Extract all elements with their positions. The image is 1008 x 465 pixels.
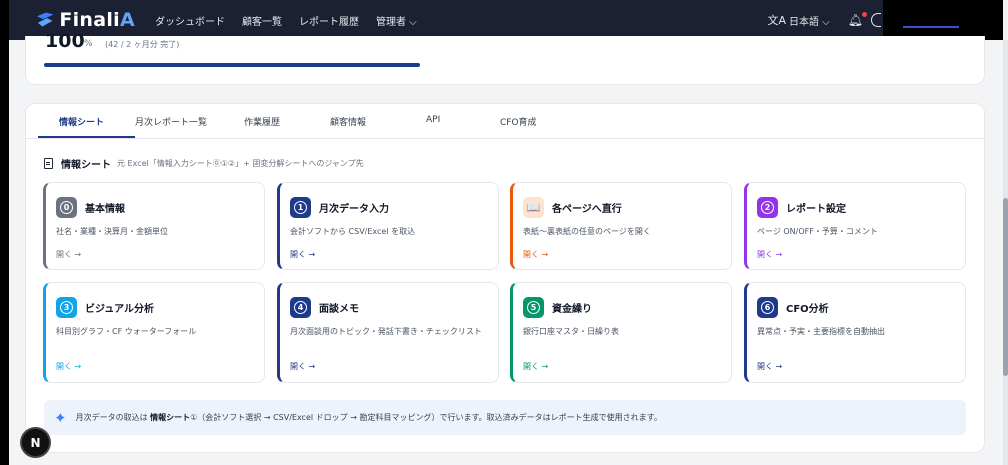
tile-header: 6 CFO分析	[757, 297, 829, 318]
step-number-badge: 3	[56, 297, 77, 318]
step-number-badge: 5	[523, 297, 544, 318]
tile-description: 社名・業種・決算月・金額単位	[56, 227, 168, 236]
tile-cash-flow[interactable]: 5 資金繰り銀行口座マスタ・日繰り表 開く →	[510, 282, 732, 383]
tile-basic-info[interactable]: 0 基本情報社名・業種・決算月・金額単位 開く →	[43, 182, 265, 270]
nav-admin-menu[interactable]: 管理者 ⌵	[376, 13, 417, 28]
tile-title: 月次データ入力	[319, 204, 389, 215]
progress-percent: 100	[45, 30, 85, 52]
nav-dashboard[interactable]: ダッシュボード	[155, 13, 225, 28]
progress-card: 100 % (42 / 2 ヶ月分 完了)	[25, 30, 985, 85]
tile-header: 3 ビジュアル分析	[56, 297, 154, 318]
tab-api[interactable]: API	[426, 115, 440, 125]
nav-right: 文A 日本語 ⌵ 🔔︎	[767, 0, 1003, 40]
step-number-badge: 4	[290, 297, 311, 318]
tile-open-link[interactable]: 開く →	[523, 361, 548, 372]
top-navbar: FinaliA ダッシュボード 顧客一覧 レポート履歴 管理者 ⌵ 文A 日本語…	[9, 0, 1003, 40]
logo-text: FinaliA	[59, 9, 135, 31]
step-number-badge: 2	[757, 197, 778, 218]
tile-title: レポート設定	[786, 204, 846, 215]
language-label: 日本語 ⌵	[789, 16, 830, 28]
tile-header: 1 月次データ入力	[290, 197, 389, 218]
section-title: 情報シート	[61, 160, 111, 171]
badge-number: 5	[527, 301, 540, 314]
tab-customer-info[interactable]: 顧客情報	[330, 115, 366, 128]
finalia-logo[interactable]: FinaliA	[35, 9, 135, 31]
tile-header: 5 資金繰り	[523, 297, 592, 318]
tile-title: CFO分析	[786, 304, 829, 315]
sparkle-icon: ✦	[54, 408, 67, 427]
book-icon: 📖	[523, 197, 544, 218]
notification-dot	[862, 12, 867, 17]
tile-monthly-data-input[interactable]: 1 月次データ入力会計ソフトから CSV/Excel を取込 開く →	[277, 182, 499, 270]
tile-description: 月次面談用のトピック・発話下書き・チェックリスト	[290, 327, 482, 336]
main-panel: 情報シート 月次レポート一覧 作業履歴 顧客情報 API CFO育成 情報シート…	[25, 103, 985, 453]
badge-number: 2	[761, 201, 774, 214]
tab-info-sheet[interactable]: 情報シート	[59, 115, 104, 128]
info-banner: ✦ 月次データの取込は 情報シート①（会計ソフト選択 → CSV/Excel ド…	[44, 400, 966, 435]
nav-customer-list[interactable]: 顧客一覧	[242, 13, 282, 28]
badge-number: 1	[294, 201, 307, 214]
step-number-badge: 1	[290, 197, 311, 218]
tile-open-link[interactable]: 開く →	[56, 249, 81, 260]
language-selector[interactable]: 文A 日本語 ⌵	[767, 12, 829, 28]
tile-open-link[interactable]: 開く →	[290, 249, 315, 260]
tile-open-link[interactable]: 開く →	[290, 361, 315, 372]
tile-cfo-analysis[interactable]: 6 CFO分析異常点・予実・主要指標を自動抽出 開く →	[744, 282, 966, 383]
tab-bar: 情報シート 月次レポート一覧 作業履歴 顧客情報 API CFO育成	[26, 104, 984, 139]
tile-header: 📖 各ページへ直行	[523, 197, 622, 218]
tile-open-link[interactable]: 開く →	[523, 249, 548, 260]
progress-unit: %	[84, 39, 93, 49]
floating-n-button[interactable]: N	[22, 429, 49, 456]
nav-report-history[interactable]: レポート履歴	[299, 13, 359, 28]
progress-bar	[44, 63, 420, 67]
tile-interview-memo[interactable]: 4 面談メモ月次面談用のトピック・発話下書き・チェックリスト 開く →	[277, 282, 499, 383]
tab-monthly-reports[interactable]: 月次レポート一覧	[135, 115, 207, 128]
tile-title: 資金繰り	[552, 304, 592, 315]
tab-cfo-training[interactable]: CFO育成	[500, 115, 537, 128]
step-number-badge: 0	[56, 197, 77, 218]
tile-open-link[interactable]: 開く →	[56, 361, 81, 372]
tile-description: 科目別グラフ・CF ウォーターフォール	[56, 327, 197, 336]
tile-title: 各ページへ直行	[552, 204, 622, 215]
active-tab-indicator	[38, 136, 135, 138]
left-window-edge	[0, 0, 9, 465]
info-text: 月次データの取込は 情報シート①（会計ソフト選択 → CSV/Excel ドロッ…	[75, 413, 662, 422]
logo-mark-icon	[36, 12, 54, 27]
tile-title: 面談メモ	[319, 304, 359, 315]
page-scrollbar[interactable]	[1003, 40, 1008, 465]
progress-bar-fill	[44, 63, 420, 67]
section-header: 情報シート 元 Excel「情報入力シート⓪①②」+ 固変分解シートへのジャンプ…	[44, 156, 364, 171]
tile-description: 異常点・予実・主要指標を自動抽出	[757, 327, 885, 336]
tab-work-history[interactable]: 作業履歴	[244, 115, 280, 128]
notification-bell-icon[interactable]: 🔔︎	[848, 12, 867, 27]
badge-number: 4	[294, 301, 307, 314]
tile-title: 基本情報	[85, 204, 125, 215]
section-description: 元 Excel「情報入力シート⓪①②」+ 固変分解シートへのジャンプ先	[117, 159, 364, 168]
tile-open-link[interactable]: 開く →	[757, 361, 782, 372]
tile-description: ページ ON/OFF・予算・コメント	[757, 227, 878, 236]
progress-detail: (42 / 2 ヶ月分 完了)	[105, 40, 180, 49]
tile-description: 会計ソフトから CSV/Excel を取込	[290, 227, 416, 236]
tile-description: 表紙〜裏表紙の任意のページを開く	[523, 227, 651, 236]
tile-open-link[interactable]: 開く →	[757, 249, 782, 260]
tile-page-jump[interactable]: 📖 各ページへ直行表紙〜裏表紙の任意のページを開く 開く →	[510, 182, 732, 270]
help-icon[interactable]	[871, 13, 881, 27]
tile-header: 4 面談メモ	[290, 297, 359, 318]
tile-header: 0 基本情報	[56, 197, 125, 218]
main-nav: ダッシュボード 顧客一覧 レポート履歴 管理者 ⌵	[155, 13, 434, 28]
tile-title: ビジュアル分析	[85, 304, 154, 315]
badge-number: 0	[60, 201, 73, 214]
badge-number: 6	[761, 301, 774, 314]
step-number-badge: 6	[757, 297, 778, 318]
tile-visual-analysis[interactable]: 3 ビジュアル分析科目別グラフ・CF ウォーターフォール 開く →	[43, 282, 265, 383]
badge-number: 3	[60, 301, 73, 314]
document-icon	[44, 158, 53, 169]
scrollbar-thumb[interactable]	[1003, 198, 1008, 376]
user-underline	[903, 26, 959, 28]
tile-report-settings[interactable]: 2 レポート設定ページ ON/OFF・予算・コメント 開く →	[744, 182, 966, 270]
tile-description: 銀行口座マスタ・日繰り表	[523, 327, 619, 336]
translate-icon: 文A	[767, 14, 786, 27]
tile-header: 2 レポート設定	[757, 197, 846, 218]
user-menu-redacted[interactable]	[883, 0, 1003, 40]
